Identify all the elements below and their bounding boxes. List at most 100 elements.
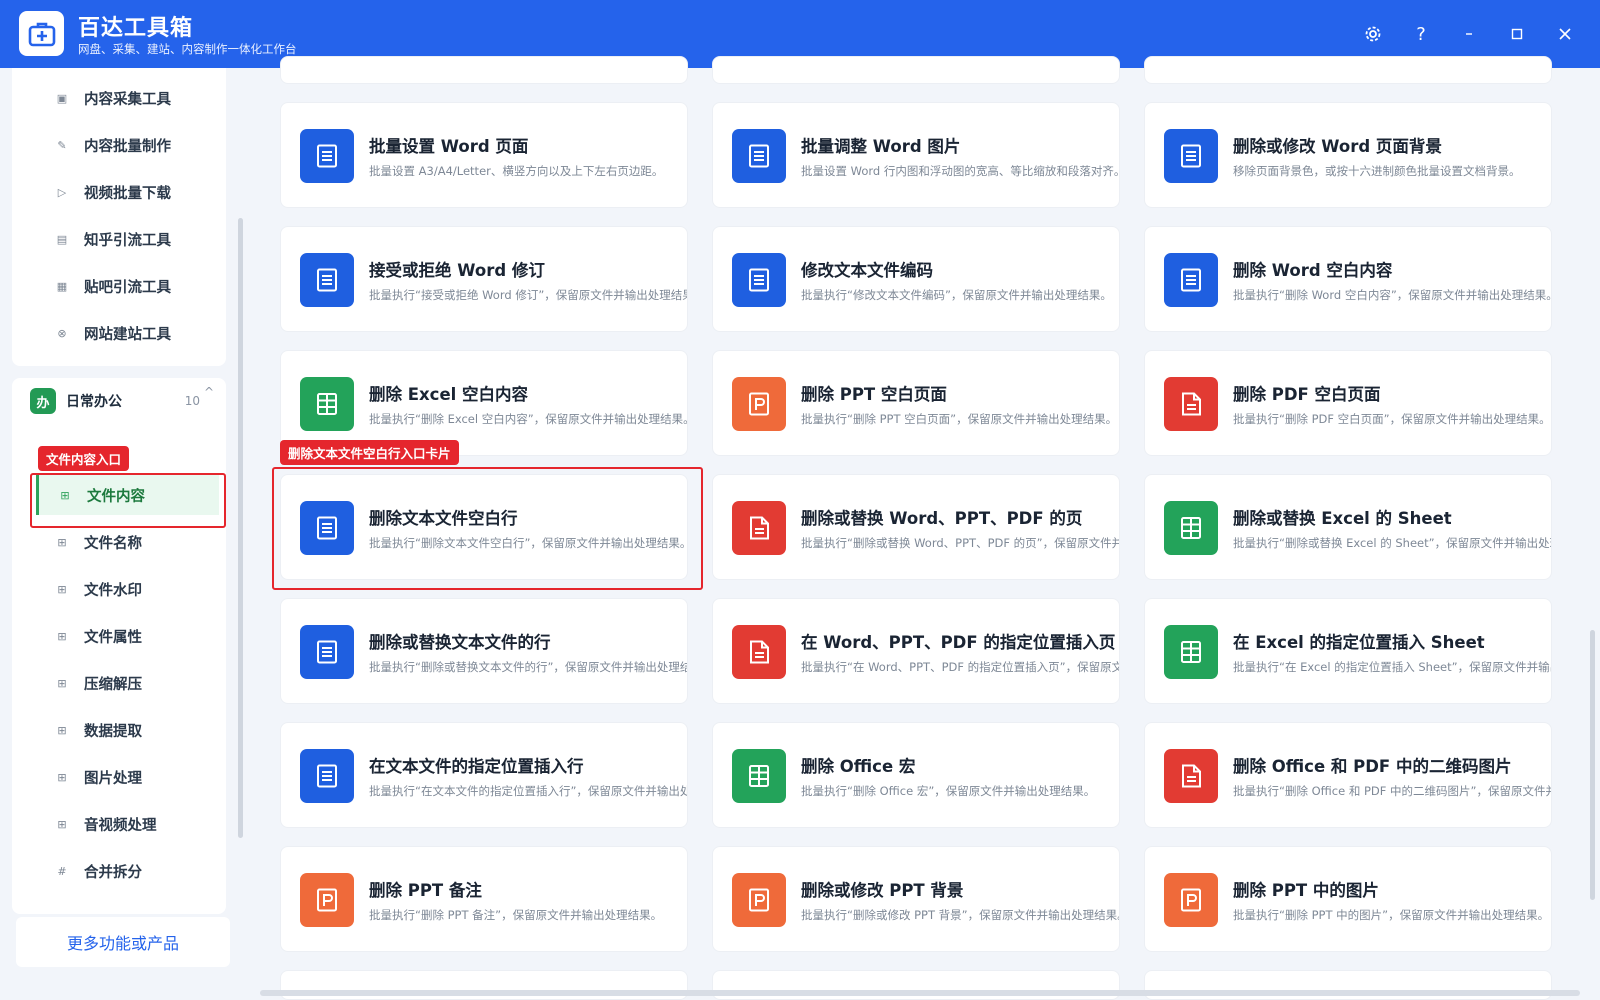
tool-card[interactable]: 删除或替换文本文件的行批量执行“删除或替换文本文件的行”，保留原文件并输出处理结… [280,598,688,704]
tool-card[interactable]: 删除或修改 Word 页面背景 移除页面背景色，或按十六进制颜色批量设置文档背景。 [1144,102,1552,208]
sidebar-item-label: 压缩解压 [84,676,142,693]
card-description: 批量执行“在 Excel 的指定位置插入 Sheet”，保留原文件并输出处理结果… [1233,660,1551,674]
card-description: 批量执行“删除或修改 PPT 背景”，保留原文件并输出处理结果。 [801,908,1120,922]
card-description: 批量执行“在 Word、PPT、PDF 的指定位置插入页”，保留原文件并输出处理… [801,660,1120,674]
card-description: 批量执行“删除 Office 和 PDF 中的二维码图片”，保留原文件并输出处理… [1233,784,1551,798]
sidebar-scrollbar[interactable] [238,218,243,838]
sidebar-item-tieba[interactable]: ▦ 贴吧引流工具 [36,266,222,306]
tool-card[interactable]: 批量调整 Word 图片 批量设置 Word 行内图和浮动图的宽高、等比缩放和段落… [712,102,1120,208]
document-icon [1164,253,1218,307]
tool-card[interactable]: 删除 PPT 空白页面 批量执行“删除 PPT 空白页面”，保留原文件并输出处理结… [712,350,1120,456]
sidebar-item-watermark[interactable]: ⊞ 文件水印 [36,569,222,609]
card-title: 删除 PPT 中的图片 [1233,881,1379,900]
sidebar-item-zhihu[interactable]: ▤ 知乎引流工具 [36,219,222,259]
grid-icon: ⊞ [57,676,67,690]
tool-card[interactable]: 批量设置 Word 页面批量设置 A3/A4/Letter、横竖方向以及上下左右… [280,102,688,208]
chevron-up-icon[interactable]: ^ [204,385,214,399]
card-title: 删除 Word 空白内容 [1233,261,1393,280]
tool-card[interactable]: 在 Excel 的指定位置插入 Sheet 批量执行“在 Excel 的指定位置插… [1144,598,1552,704]
spreadsheet-icon [1164,625,1218,679]
sidebar-item-label: 音视频处理 [84,817,157,834]
card-description: 批量执行“删除或替换文本文件的行”，保留原文件并输出处理结果。 [369,660,688,674]
group-badge: 办 [30,388,56,414]
more-products-button[interactable]: 更多功能或产品 [16,917,230,967]
tool-card[interactable]: 删除或替换 Excel 的 Sheet 批量执行“删除或替换 Excel 的 Sh… [1144,474,1552,580]
sidebar-item-website[interactable]: ⊗ 网站建站工具 [36,313,222,353]
help-icon[interactable]: ? [1405,18,1437,50]
sidebar-item-batch-make[interactable]: ✎ 内容批量制作 [36,125,222,165]
tool-card[interactable]: 在 Word、PPT、PDF 的指定位置插入页批量执行“在 Word、PPT、P… [712,598,1120,704]
sidebar-item-content-collect[interactable]: ▣ 内容采集工具 [36,78,222,118]
spreadsheet-icon [732,749,786,803]
card-description: 批量执行“删除 Excel 空白内容”，保留原文件并输出处理结果。 [369,412,688,426]
card-title: 在 Word、PPT、PDF 的指定位置插入页 [801,633,1116,652]
document-icon [300,129,354,183]
zhihu-icon: ▤ [56,232,68,246]
sidebar-item-label: 内容批量制作 [84,138,171,155]
presentation-icon [1164,873,1218,927]
sidebar-group-header[interactable]: 办 日常办公 10 ^ [30,381,220,421]
grid-icon: ⊞ [57,629,67,643]
tool-card[interactable]: 在文本文件的指定位置插入行 批量执行“在文本文件的指定位置插入行”，保留原文件并输… [280,722,688,828]
tool-card[interactable]: 删除或修改 PPT 背景批量执行“删除或修改 PPT 背景”，保留原文件并输出处… [712,846,1120,952]
card-title: 删除或修改 PPT 背景 [801,881,964,900]
spreadsheet-icon [1164,501,1218,555]
tool-card[interactable]: 删除 Office 和 PDF 中的二维码图片 批量执行“删除 Office 和 … [1144,722,1552,828]
card-title: 修改文本文件编码 [801,261,933,280]
content-scrollbar[interactable] [1590,630,1595,900]
card-title: 接受或拒绝 Word 修订 [369,261,545,280]
presentation-icon [732,873,786,927]
tool-card[interactable]: 删除 PDF 空白页面 批量执行“删除 PDF 空白页面”，保留原文件并输出处理结… [1144,350,1552,456]
maximize-icon[interactable] [1501,18,1533,50]
tool-card[interactable]: 删除 PPT 中的图片 批量执行“删除 PPT 中的图片”，保留原文件并输出处理结… [1144,846,1552,952]
card-description: 批量执行“接受或拒绝 Word 修订”，保留原文件并输出处理结果。 [369,288,688,302]
card-title: 在 Excel 的指定位置插入 Sheet [1233,633,1485,652]
document-icon [1164,129,1218,183]
card-description: 批量执行“删除 Word 空白内容”，保留原文件并输出处理结果。 [1233,288,1552,302]
card-description: 批量设置 A3/A4/Letter、横竖方向以及上下左右页边距。 [369,164,664,178]
card-description: 批量执行“删除 PPT 空白页面”，保留原文件并输出处理结果。 [801,412,1118,426]
sidebar-item-video-download[interactable]: ▷ 视频批量下载 [36,172,222,212]
hash-icon: # [57,864,67,878]
tool-card[interactable]: 修改文本文件编码批量执行“修改文本文件编码”，保留原文件并输出处理结果。 [712,226,1120,332]
pdf-icon [1164,377,1218,431]
sidebar-item-label: 数据提取 [84,723,142,740]
card-title: 删除 Excel 空白内容 [369,385,529,404]
pdf-icon [732,625,786,679]
card-partial [280,56,688,84]
document-icon [732,253,786,307]
group-title: 日常办公 [66,394,122,410]
tool-card[interactable]: 删除或替换 Word、PPT、PDF 的页 批量执行“删除或替换 Word、PPT… [712,474,1120,580]
pdf-icon [732,501,786,555]
sidebar-item-merge-split[interactable]: # 合并拆分 [36,851,222,891]
tool-card[interactable]: 删除 PPT 备注 批量执行“删除 PPT 备注”，保留原文件并输出处理结果。 [280,846,688,952]
card-description: 批量执行“修改文本文件编码”，保留原文件并输出处理结果。 [801,288,1112,302]
tool-card[interactable]: 删除 Word 空白内容批量执行“删除 Word 空白内容”，保留原文件并输出处… [1144,226,1552,332]
sidebar-item-data-extract[interactable]: ⊞ 数据提取 [36,710,222,750]
presentation-icon [732,377,786,431]
sidebar-item-label: 合并拆分 [84,864,142,881]
minimize-icon[interactable] [1453,18,1485,50]
tool-card[interactable]: 接受或拒绝 Word 修订批量执行“接受或拒绝 Word 修订”，保留原文件并输… [280,226,688,332]
grid-icon: ⊞ [57,723,67,737]
sidebar-item-audio-video[interactable]: ⊞ 音视频处理 [36,804,222,844]
sidebar-item-file-properties[interactable]: ⊞ 文件属性 [36,616,222,656]
sidebar-item-compress[interactable]: ⊞ 压缩解压 [36,663,222,703]
sidebar-item-label: 内容采集工具 [84,91,171,108]
edit-icon: ✎ [57,138,67,152]
close-icon[interactable] [1549,18,1581,50]
card-title: 删除或替换文本文件的行 [369,633,551,652]
settings-icon[interactable] [1357,18,1389,50]
app-subtitle: 网盘、采集、建站、内容制作一体化工作台 [78,42,297,56]
sidebar-item-label: 文件属性 [84,629,142,646]
sidebar-item-image[interactable]: ⊞ 图片处理 [36,757,222,797]
horizontal-scrollbar[interactable] [260,990,1580,996]
card-title: 删除 PDF 空白页面 [1233,385,1381,404]
presentation-icon [300,873,354,927]
card-title: 批量设置 Word 页面 [369,137,529,156]
card-title: 删除 Office 宏 [801,757,916,776]
tool-card[interactable]: 删除 Office 宏批量执行“删除 Office 宏”，保留原文件并输出处理结… [712,722,1120,828]
sidebar-item-file-name[interactable]: ⊞ 文件名称 [36,522,222,562]
toolbox-logo-icon [19,11,64,56]
card-description: 移除页面背景色，或按十六进制颜色批量设置文档背景。 [1233,164,1521,178]
